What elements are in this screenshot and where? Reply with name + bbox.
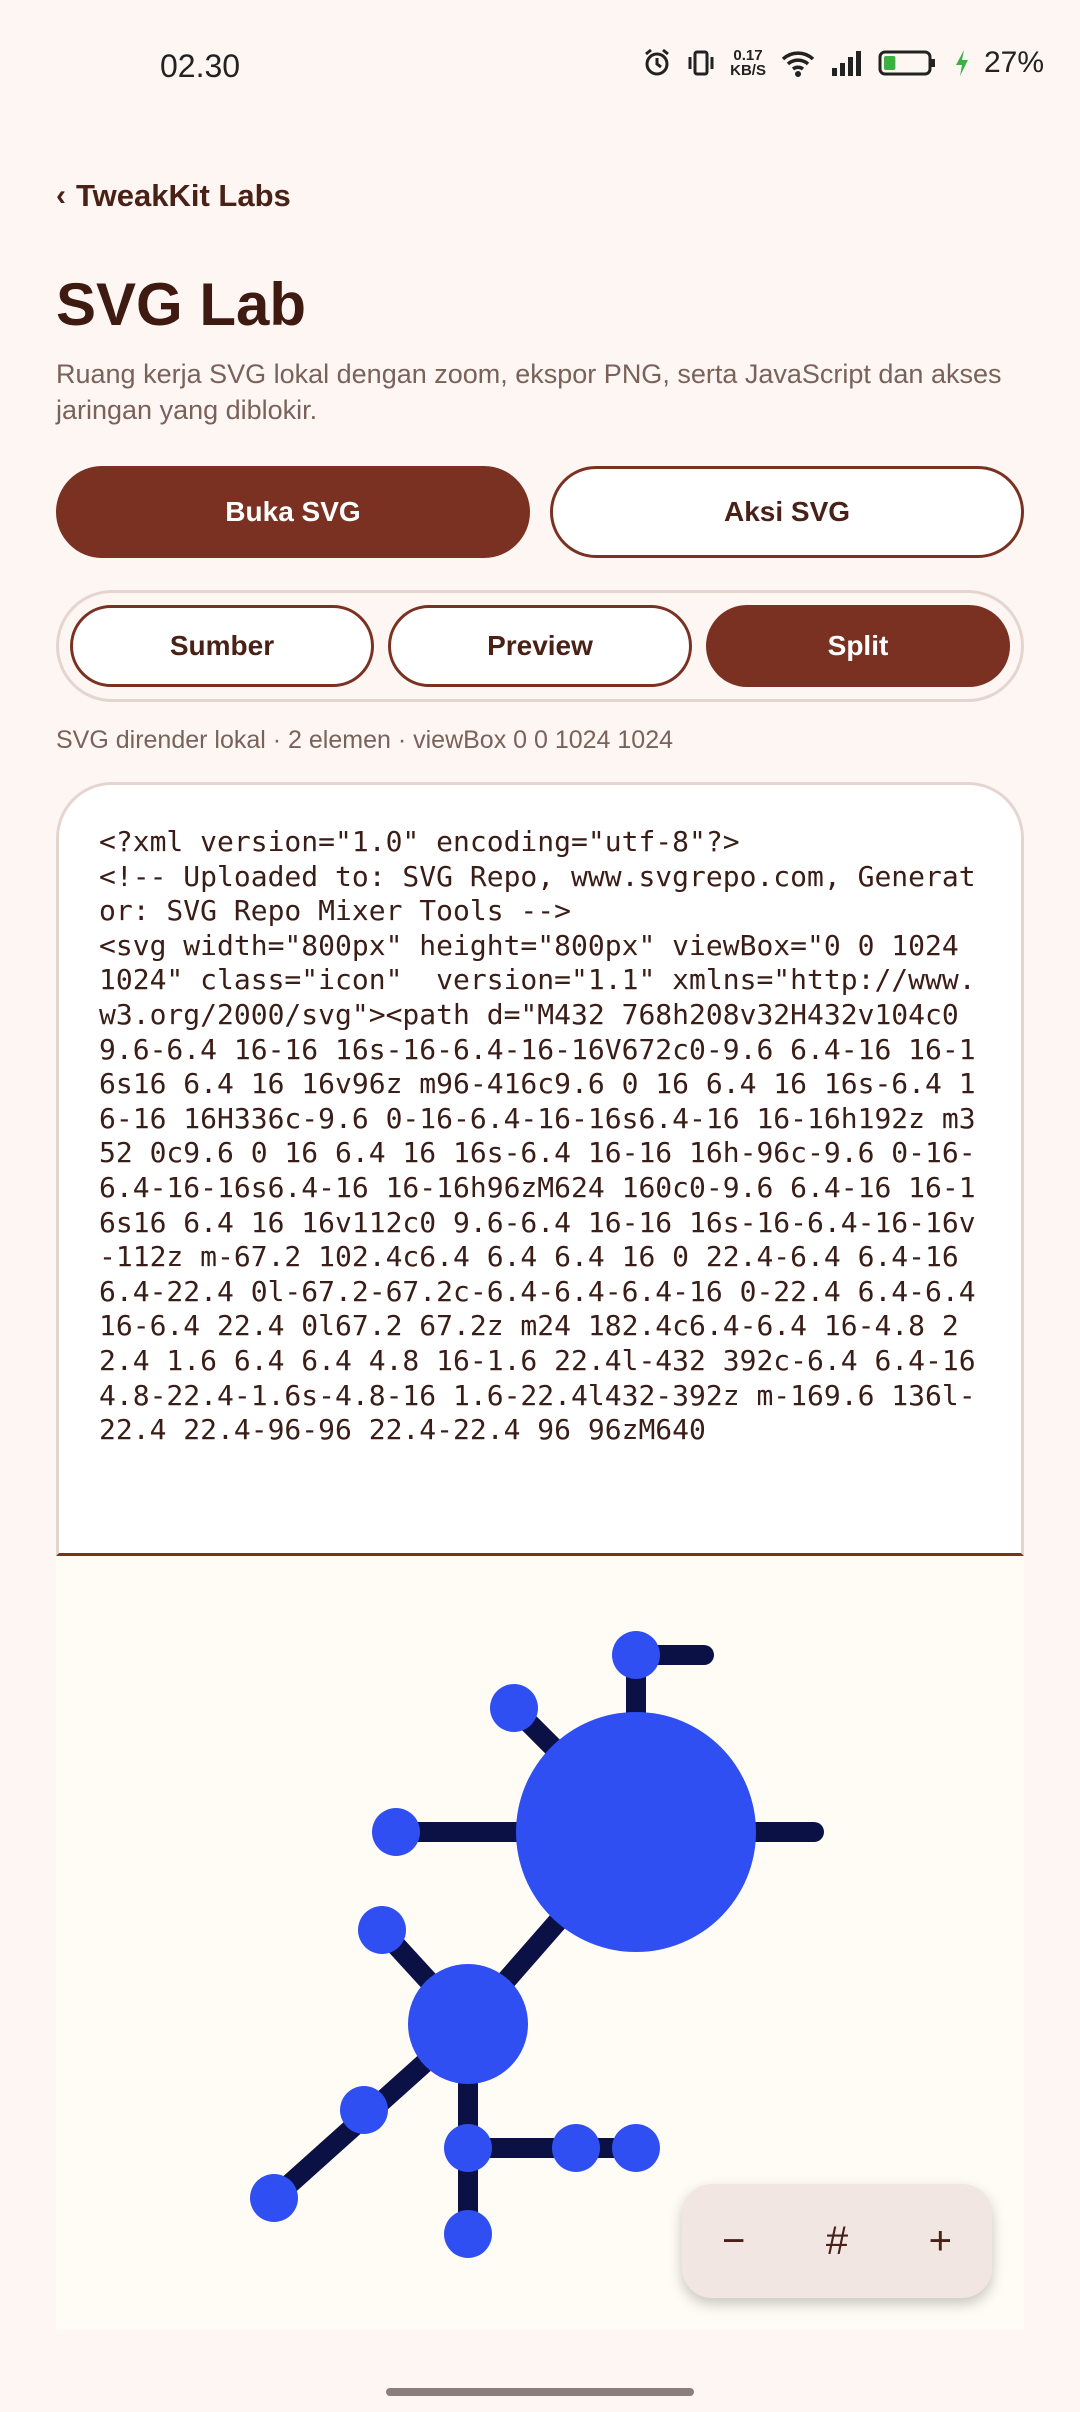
open-svg-button[interactable]: Buka SVG (56, 466, 530, 558)
preview-node (372, 1808, 420, 1856)
alarm-icon (642, 48, 672, 78)
render-info: SVG dirender lokal · 2 elemen · viewBox … (56, 726, 674, 754)
back-link[interactable]: ‹ TweakKit Labs (56, 178, 291, 214)
preview-lines (264, 1645, 824, 2244)
signal-icon (830, 48, 864, 78)
preview-node (552, 2124, 600, 2172)
tab-sumber[interactable]: Sumber (70, 605, 374, 687)
tab-split[interactable]: Split (706, 605, 1010, 687)
svg-actions-button[interactable]: Aksi SVG (550, 466, 1024, 558)
grid-toggle-button[interactable]: # (797, 2201, 877, 2281)
zoom-controls: − # + (682, 2184, 992, 2298)
preview-node (444, 2210, 492, 2258)
home-indicator[interactable] (386, 2388, 694, 2396)
vibrate-icon (686, 48, 716, 78)
preview-node (358, 1906, 406, 1954)
preview-node (250, 2174, 298, 2222)
status-bar: 02.30 0.17 KB/S 27% (0, 0, 1080, 140)
svg-source-code[interactable]: <?xml version="1.0" encoding="utf-8"?> <… (99, 825, 989, 1505)
view-mode-segment: Sumber Preview Split (56, 590, 1024, 702)
back-label: TweakKit Labs (76, 178, 291, 213)
preview-node (444, 2124, 492, 2172)
zoom-in-button[interactable]: + (900, 2201, 980, 2281)
preview-node (612, 1631, 660, 1679)
preview-node (408, 1964, 528, 2084)
source-panel[interactable]: <?xml version="1.0" encoding="utf-8"?> <… (56, 782, 1024, 1556)
zoom-out-button[interactable]: − (694, 2201, 774, 2281)
preview-node (490, 1684, 538, 1732)
preview-node (612, 2124, 660, 2172)
net-speed-value: 0.17 (733, 47, 763, 64)
wifi-icon (780, 48, 816, 78)
battery-percent: 27% (983, 46, 1044, 79)
net-speed-unit: KB/S (730, 62, 766, 79)
chevron-left-icon: ‹ (56, 179, 66, 212)
status-time: 02.30 (160, 48, 241, 84)
page-title: SVG Lab (56, 271, 307, 338)
battery-icon (878, 48, 940, 78)
status-icons: 0.17 KB/S 27% (642, 46, 1044, 80)
preview-node (340, 2086, 388, 2134)
tab-preview[interactable]: Preview (388, 605, 692, 687)
preview-node (516, 1712, 756, 1952)
net-speed: 0.17 KB/S (730, 48, 766, 78)
charging-icon (954, 48, 970, 78)
page-subtitle: Ruang kerja SVG lokal dengan zoom, ekspo… (56, 359, 1002, 425)
